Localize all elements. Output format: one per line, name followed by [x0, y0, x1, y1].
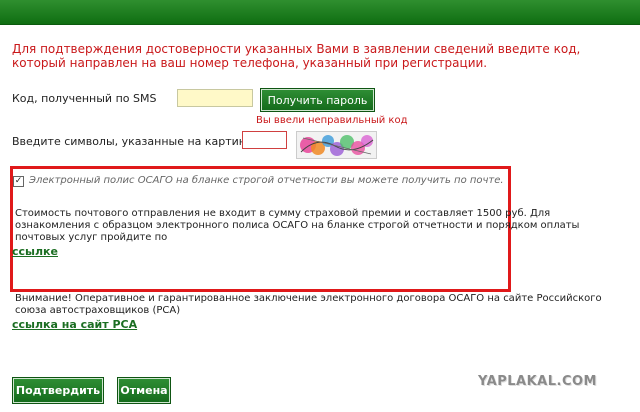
captcha-label: Введите символы, указанные на картинке: — [12, 135, 264, 148]
get-password-button[interactable]: Получить пароль — [260, 88, 375, 112]
captcha-noise-graphic — [300, 135, 374, 156]
rsa-warning-text: Внимание! Оперативное и гарантированное … — [15, 293, 602, 316]
postal-cost-text: Стоимость почтового отправления не входи… — [15, 208, 580, 243]
captcha-error-text: Вы ввели неправильный код — [256, 115, 408, 126]
sms-code-label: Код, полученный по SMS — [12, 92, 157, 105]
rsa-site-link[interactable]: ссылка на сайт РСА — [12, 318, 137, 331]
sample-link[interactable]: ссылке — [12, 245, 58, 258]
cancel-button[interactable]: Отмена — [117, 377, 171, 404]
verification-notice: Для подтверждения достоверности указанны… — [12, 42, 581, 70]
site-watermark: YAPLAKAL.COM — [478, 374, 597, 389]
confirm-button[interactable]: Подтвердить — [12, 377, 104, 404]
captcha-input[interactable] — [242, 131, 287, 149]
header-bar — [0, 0, 640, 25]
captcha-image — [296, 131, 377, 159]
postal-polis-checkbox[interactable]: ✓ — [13, 176, 24, 187]
postal-polis-label: Электронный полис ОСАГО на бланке строго… — [29, 175, 504, 186]
sms-code-input[interactable] — [177, 89, 253, 107]
